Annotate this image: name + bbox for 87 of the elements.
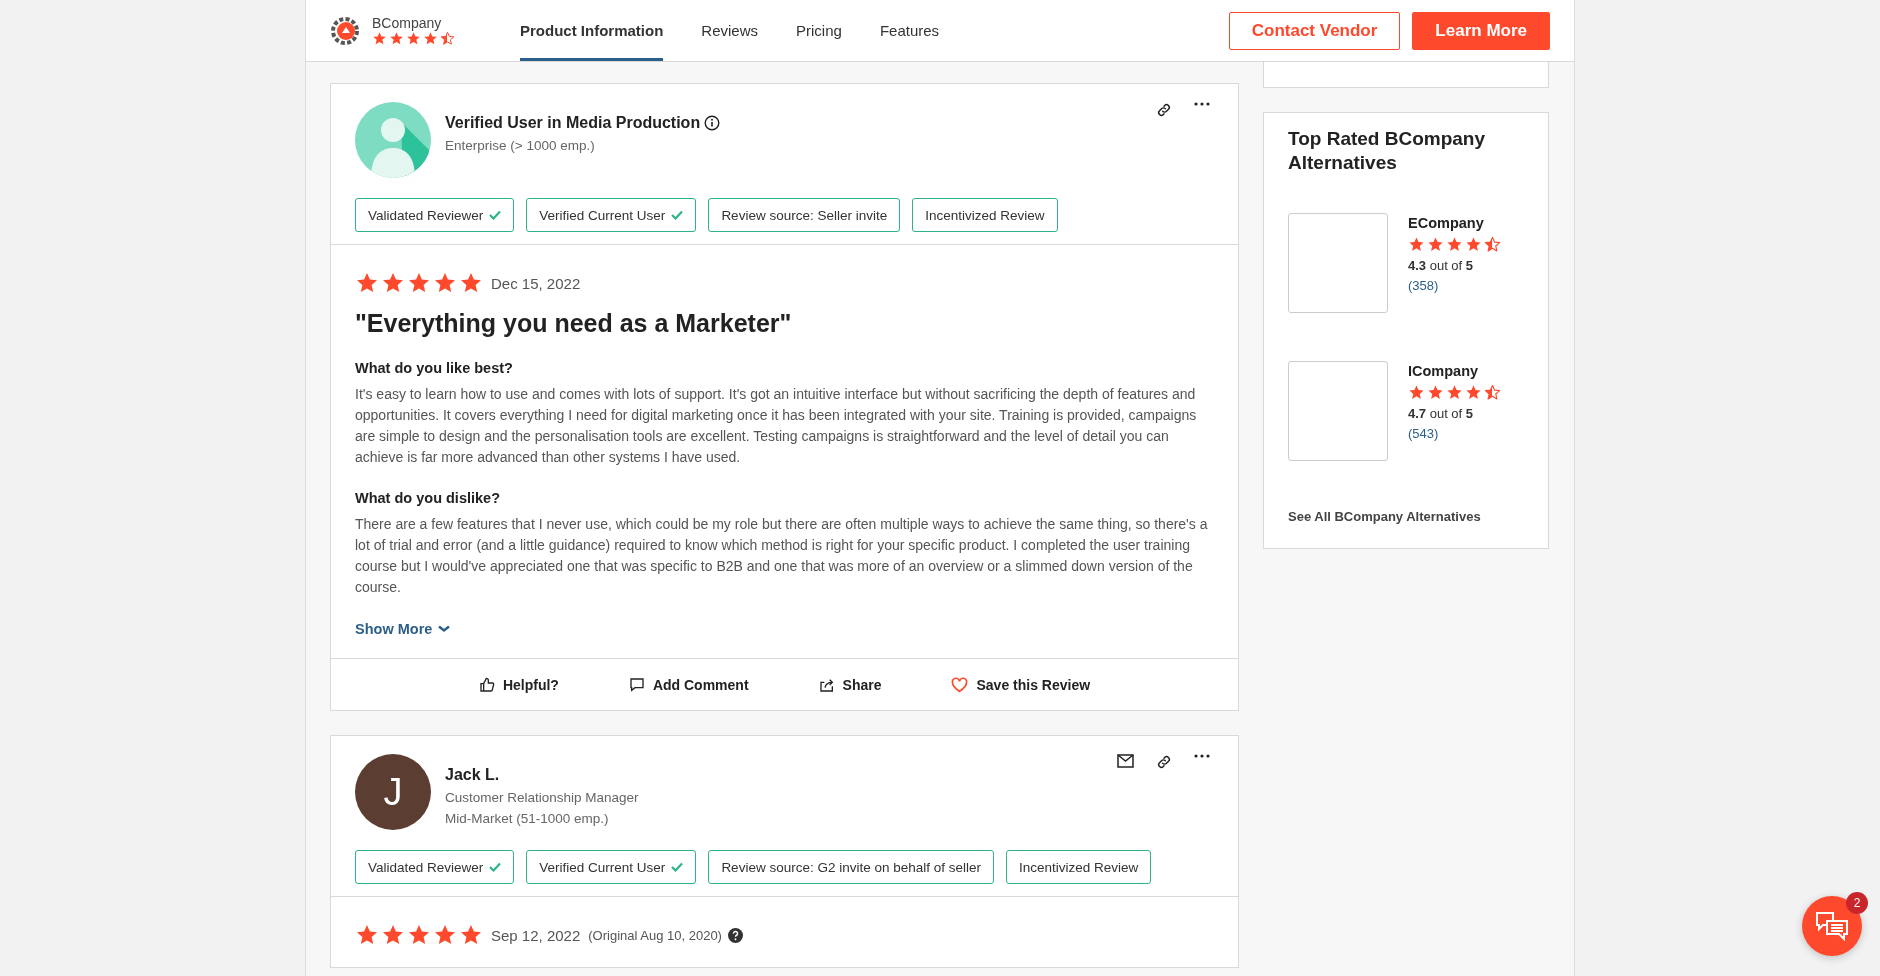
star-icon: [1465, 236, 1482, 253]
star-icon: [459, 271, 483, 295]
review-tag: Validated Reviewer: [355, 850, 515, 884]
star-icon: [381, 923, 405, 947]
heart-icon: [951, 676, 969, 693]
review-count-link[interactable]: (358): [1408, 278, 1501, 293]
alternative-name[interactable]: ECompany: [1408, 215, 1501, 231]
reviewer-detail: Enterprise (> 1000 emp.): [445, 138, 596, 153]
see-all-link[interactable]: See All BCompany Alternatives: [1288, 509, 1524, 524]
star-icon: [440, 31, 455, 46]
star-icon: [381, 271, 405, 295]
nav-tab[interactable]: Reviews: [701, 0, 758, 61]
star-icon: [372, 31, 387, 46]
comment-icon: [628, 676, 645, 693]
chat-button[interactable]: [1802, 896, 1862, 956]
star-icon: [1484, 384, 1501, 401]
link-icon: [1156, 102, 1172, 118]
reviewer-detail: Customer Relationship Manager: [445, 790, 639, 805]
reviewer-name: Verified User in Media Production: [445, 114, 701, 132]
star-icon: [1446, 236, 1463, 253]
review-question: What do you dislike?: [355, 490, 501, 506]
brand-name[interactable]: BCompany: [372, 15, 455, 31]
more-icon: [1194, 102, 1210, 106]
brand-logo-icon: [330, 15, 360, 46]
nav-tab[interactable]: Product Information: [520, 0, 664, 61]
show-more-link[interactable]: Show More: [355, 621, 451, 637]
review-tag: Review source: Seller invite: [708, 198, 901, 232]
check-icon: [671, 210, 684, 220]
star-icon: [1427, 384, 1444, 401]
chevron-down-icon: [438, 625, 451, 633]
review-tag: Verified Current User: [526, 198, 697, 232]
reviewer-name: Jack L.: [445, 766, 500, 784]
review-date: Dec 15, 2022: [491, 274, 581, 292]
star-icon: [407, 271, 431, 295]
review-question: What do you like best?: [355, 360, 514, 376]
review-tag: Validated Reviewer: [355, 198, 515, 232]
star-icon: [459, 923, 483, 947]
original-date: (Original Aug 10, 2020): [588, 927, 722, 943]
star-icon: [1446, 384, 1463, 401]
review-tag: Review source: G2 invite on behalf of seller: [708, 850, 994, 884]
review-tag: Verified Current User: [526, 850, 697, 884]
check-icon: [489, 862, 502, 872]
nav-tab[interactable]: Features: [879, 0, 940, 61]
link-button[interactable]: [1156, 754, 1172, 770]
star-icon: [1427, 236, 1444, 253]
chat-bubbles-icon: [1815, 911, 1849, 941]
link-icon: [1156, 754, 1172, 770]
star-icon: [423, 31, 438, 46]
review-answer: It's easy to learn how to use and comes with lots of support. It's got an intuitive interface but without sacrificing the depth of features and opportunities. It covers everything I need for digital marketing once it has been integrated with your site. Training is provided, campaigns are simple to design and the personalisation tools are excellent. Testing campaigns is straightforward and the level of detail you can achieve is far more advanced than other systems I have used.: [355, 385, 1198, 467]
email-button[interactable]: [1117, 754, 1134, 770]
check-icon: [489, 210, 502, 220]
check-icon: [671, 862, 684, 872]
alternative-rating: 4.3 out of 5: [1408, 258, 1475, 273]
review-date: Sep 12, 2022: [491, 926, 581, 944]
info-icon[interactable]: [704, 115, 721, 131]
alternative-rating: 4.7 out of 5: [1408, 406, 1475, 421]
star-icon: [389, 31, 404, 46]
review-title: "Everything you need as a Marketer": [355, 309, 793, 338]
star-icon: [1484, 236, 1501, 253]
nav-tab[interactable]: Pricing: [796, 0, 842, 61]
review-action-button[interactable]: Helpful?: [478, 676, 559, 693]
review-tag: Incentivized Review: [1006, 850, 1152, 884]
star-icon: [355, 923, 379, 947]
star-icon: [433, 271, 457, 295]
thumbs-up-icon: [478, 676, 495, 693]
notification-badge: 2: [1846, 892, 1868, 914]
star-icon: [406, 31, 421, 46]
help-icon[interactable]: [727, 927, 743, 943]
more-icon: [1194, 754, 1210, 758]
reviewer-detail: Mid-Market (51-1000 emp.): [445, 811, 610, 826]
avatar: J: [355, 754, 431, 830]
star-icon: [1408, 236, 1425, 253]
mail-icon: [1117, 754, 1134, 768]
star-icon: [1408, 384, 1425, 401]
star-icon: [355, 271, 379, 295]
star-icon: [407, 923, 431, 947]
review-answer: There are a few features that I never use, which could be my role but there are often multiple ways to achieve the same thing, so there's a lot of trial and error (and a little guidance) required to know which method is right for your specific product. I completed the user training course but I would've appreciated one that was specific to B2B and one that was more of an overview or a slimmed down version of the course.: [355, 515, 1209, 597]
review-count-link[interactable]: (543): [1408, 426, 1501, 441]
alternative-name[interactable]: ICompany: [1408, 363, 1501, 379]
link-button[interactable]: [1156, 102, 1172, 118]
star-icon: [1465, 384, 1482, 401]
review-tag: Incentivized Review: [912, 198, 1058, 232]
alternatives-title: Top Rated BCompany Alternatives: [1288, 127, 1487, 175]
review-action-button[interactable]: Add Comment: [628, 676, 749, 693]
review-action-button[interactable]: Share: [818, 676, 882, 693]
star-icon: [433, 923, 457, 947]
review-action-button[interactable]: Save this Review: [951, 676, 1091, 693]
